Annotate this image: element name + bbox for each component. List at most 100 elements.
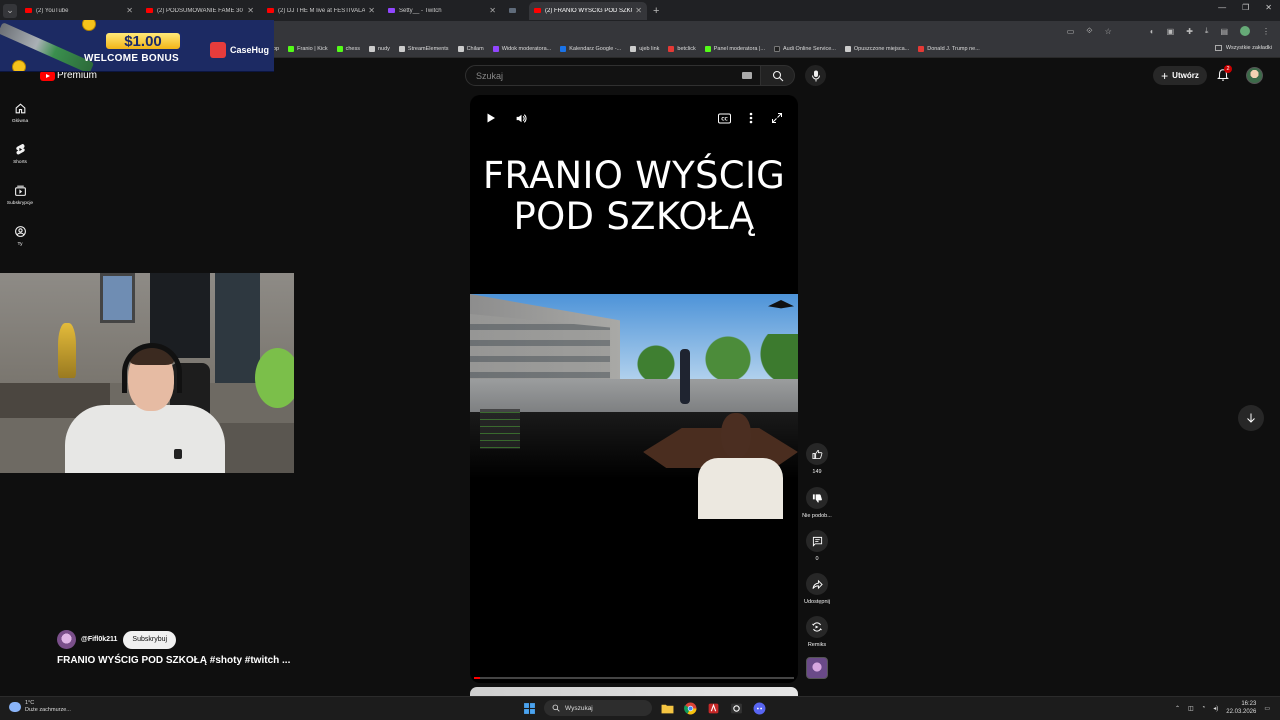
share-action[interactable]: Udostępnij xyxy=(800,573,834,605)
chrome-button[interactable] xyxy=(682,700,698,716)
fullscreen-button[interactable] xyxy=(768,109,786,127)
discord-button[interactable] xyxy=(751,700,767,716)
bookmark-item[interactable]: StreamElements xyxy=(398,46,449,52)
browser-tab[interactable]: (2) YouTube ✕ xyxy=(20,2,138,20)
guide-item-shorts[interactable]: Shorts xyxy=(0,141,40,182)
extension-icon[interactable]: ▣ xyxy=(1167,27,1175,36)
bookmark-item[interactable]: Panel moderatora |... xyxy=(704,46,765,52)
notification-center-icon[interactable]: ▭ xyxy=(1264,705,1270,712)
sound-action[interactable] xyxy=(800,657,834,679)
guide-item-you[interactable]: Ty xyxy=(0,223,40,264)
bookmark-star-icon[interactable]: ☆ xyxy=(1105,27,1112,36)
sound-thumbnail[interactable] xyxy=(806,657,828,679)
close-window-icon[interactable]: ✕ xyxy=(1265,3,1272,12)
brand-logo: CaseHug xyxy=(210,42,269,58)
close-tab-icon[interactable]: ✕ xyxy=(368,6,375,15)
translate-icon[interactable]: ⟐ xyxy=(1086,26,1092,36)
bookmark-item[interactable]: Opuszczone miejsca... xyxy=(844,46,909,52)
extensions-puzzle-icon[interactable]: ✚ xyxy=(1186,27,1193,36)
network-icon[interactable]: ◫ xyxy=(1188,705,1194,712)
bookmark-label: Chilam xyxy=(466,46,484,52)
subscribe-button[interactable]: Subskrybuj xyxy=(123,630,177,649)
captions-button[interactable]: CC xyxy=(715,109,733,127)
wifi-icon[interactable]: ◔ xyxy=(1202,705,1206,711)
taskbar-search[interactable]: Wyszukaj xyxy=(544,700,652,716)
dislike-button[interactable] xyxy=(806,487,828,509)
next-video-button[interactable] xyxy=(1238,405,1264,431)
ad-banner: $1.00 WELCOME BONUS CaseHug xyxy=(0,20,274,72)
keyboard-icon[interactable] xyxy=(742,72,752,79)
bookmark-item[interactable]: Kalendarz Google -... xyxy=(560,46,621,52)
cnn-icon xyxy=(918,46,925,52)
notifications-button[interactable]: 2 xyxy=(1216,65,1232,82)
like-button[interactable] xyxy=(806,443,828,465)
app-button[interactable] xyxy=(705,700,721,716)
close-tab-icon[interactable]: ✕ xyxy=(635,6,642,15)
browser-tab[interactable]: Setty__ - Twitch ✕ xyxy=(383,2,501,20)
close-tab-icon[interactable]: ✕ xyxy=(126,6,133,15)
browser-menu-icon[interactable]: ⋮ xyxy=(1262,27,1270,36)
thumbs-up-icon xyxy=(812,449,822,459)
chevron-up-icon[interactable]: ⌃ xyxy=(1175,705,1180,712)
channel-name[interactable]: @Fifl0k211 xyxy=(81,636,117,643)
bookmark-item[interactable]: Franio | Kick xyxy=(288,46,328,52)
guide-item-subscriptions[interactable]: Subskrypcje xyxy=(0,182,40,223)
captions-icon: CC xyxy=(717,113,731,123)
volume-button[interactable] xyxy=(512,109,530,127)
folder-icon xyxy=(368,46,375,52)
dislike-action[interactable]: Nie podob... xyxy=(800,487,834,519)
more-options-button[interactable] xyxy=(742,109,760,127)
play-button[interactable] xyxy=(482,109,500,127)
guide-item-home[interactable]: Główna xyxy=(0,100,40,141)
maximize-icon[interactable]: ❐ xyxy=(1242,3,1249,12)
extension-icon[interactable]: ◐ xyxy=(1150,27,1155,36)
file-explorer-button[interactable] xyxy=(659,700,675,716)
bookmark-item[interactable]: Widok moderatora... xyxy=(492,46,552,52)
download-icon[interactable]: ⤓ xyxy=(1205,26,1209,36)
clock[interactable]: 16:23 22.03.2026 xyxy=(1226,700,1256,716)
bookmark-item[interactable]: ujeb link xyxy=(630,46,659,52)
browser-tab[interactable]: (2) DJ THE M live at FESTIVALA ✕ xyxy=(262,2,380,20)
next-short-preview[interactable] xyxy=(470,687,798,696)
progress-bar[interactable] xyxy=(474,677,794,679)
start-button[interactable] xyxy=(521,700,537,716)
video-title[interactable]: FRANIO WYŚCIG POD SZKOŁĄ #shoty #twitch … xyxy=(57,655,290,666)
like-action[interactable]: 149 xyxy=(800,443,834,475)
cast-icon[interactable]: ▭ xyxy=(1067,27,1075,36)
sidebar-icon[interactable]: ▤ xyxy=(1220,27,1228,36)
close-tab-icon[interactable]: ✕ xyxy=(489,6,496,15)
minimize-icon[interactable]: — xyxy=(1218,3,1226,12)
all-bookmarks[interactable]: Wszystkie zakładki xyxy=(1214,45,1272,51)
profile-icon[interactable] xyxy=(1240,26,1250,36)
comments-action[interactable]: 0 xyxy=(800,530,834,562)
create-button[interactable]: + Utwórz xyxy=(1153,66,1207,85)
share-label: Udostępnij xyxy=(804,599,830,605)
voice-search-button[interactable] xyxy=(805,65,826,86)
bookmark-item[interactable]: Chilam xyxy=(457,46,484,52)
browser-tab[interactable]: (2) PODSUMOWANIE FAME 30 ✕ xyxy=(141,2,259,20)
browser-tab[interactable] xyxy=(504,2,526,20)
twitch-icon xyxy=(492,46,499,52)
browser-tab-active[interactable]: (2) FRANIO WYŚCIG POD SZKO ✕ xyxy=(529,1,647,20)
bookmark-item[interactable]: Donald J. Trump ne... xyxy=(918,46,980,52)
comments-button[interactable] xyxy=(806,530,828,552)
shirt-logo xyxy=(174,449,182,459)
bookmark-item[interactable]: nudy xyxy=(368,46,390,52)
account-avatar[interactable] xyxy=(1246,67,1263,84)
channel-avatar[interactable] xyxy=(57,630,76,649)
search-input[interactable]: Szukaj xyxy=(465,65,761,86)
bookmark-item[interactable]: betclick xyxy=(668,46,696,52)
share-button[interactable] xyxy=(806,573,828,595)
search-button[interactable] xyxy=(760,65,795,86)
obs-button[interactable] xyxy=(728,700,744,716)
tab-search-menu-icon[interactable]: ⌄ xyxy=(3,3,17,18)
bookmark-label: Widok moderatora... xyxy=(501,46,552,52)
bookmark-item[interactable]: chess xyxy=(336,46,360,52)
remix-action[interactable]: Remiks xyxy=(800,616,834,648)
bookmark-item[interactable]: Audi Online Service... xyxy=(774,46,836,52)
new-tab-button[interactable]: + xyxy=(653,5,659,17)
weather-widget[interactable]: 1°C Duże zachmurze... xyxy=(9,700,71,714)
remix-button[interactable] xyxy=(806,616,828,638)
close-tab-icon[interactable]: ✕ xyxy=(247,6,254,15)
speaker-icon[interactable]: ◂) xyxy=(1213,705,1218,712)
